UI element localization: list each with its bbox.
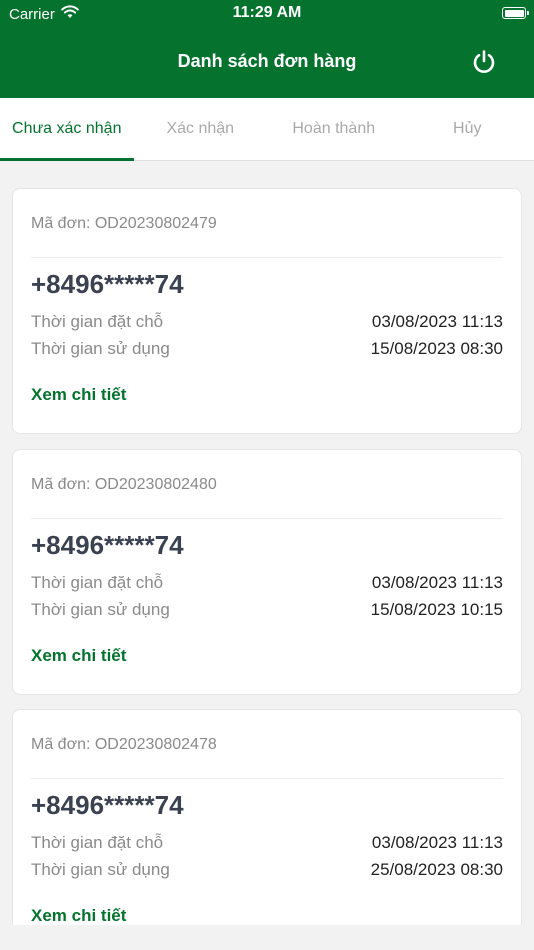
booking-time-label: Thời gian đặt chỗ [31, 312, 164, 331]
tab-label: Hủy [453, 120, 482, 137]
usage-time-row: Thời gian sử dụng 15/08/2023 08:30 [31, 338, 503, 360]
customer-phone: +8496*****74 [31, 269, 184, 299]
card-divider [31, 778, 503, 779]
view-detail-link[interactable]: Xem chi tiết [31, 646, 126, 666]
order-card: Mã đơn: OD20230802478 +8496*****74 Thời … [12, 709, 522, 925]
tab-label: Xác nhận [166, 120, 235, 137]
usage-time-row: Thời gian sử dụng 25/08/2023 08:30 [31, 859, 503, 881]
power-icon [473, 50, 495, 73]
order-status-tabs: Chưa xác nhận Xác nhận Hoàn thành Hủy [0, 98, 534, 161]
order-id: Mã đơn: OD20230802479 [31, 215, 217, 232]
order-list[interactable]: Mã đơn: OD20230802479 +8496*****74 Thời … [0, 161, 534, 925]
tab-cancelled[interactable]: Hủy [401, 98, 534, 160]
view-detail-link[interactable]: Xem chi tiết [31, 385, 126, 405]
usage-time-value: 25/08/2023 08:30 [370, 860, 503, 879]
usage-time-value: 15/08/2023 10:15 [370, 600, 503, 619]
booking-time-label: Thời gian đặt chỗ [31, 573, 164, 592]
order-id: Mã đơn: OD20230802480 [31, 476, 217, 493]
tab-completed[interactable]: Hoàn thành [267, 98, 401, 160]
bottom-safe-area [0, 925, 534, 950]
booking-time-value: 03/08/2023 11:13 [371, 573, 503, 592]
booking-time-row: Thời gian đặt chỗ 03/08/2023 11:13 [31, 572, 503, 594]
customer-phone: +8496*****74 [31, 530, 184, 560]
battery-icon [502, 7, 529, 19]
usage-time-label: Thời gian sử dụng [31, 860, 170, 879]
status-bar: Carrier 11:29 AM [0, 0, 534, 28]
usage-time-value: 15/08/2023 08:30 [370, 339, 503, 358]
booking-time-row: Thời gian đặt chỗ 03/08/2023 11:13 [31, 832, 503, 854]
booking-time-value: 03/08/2023 11:13 [371, 312, 503, 331]
tab-unconfirmed[interactable]: Chưa xác nhận [0, 98, 134, 161]
booking-time-value: 03/08/2023 11:13 [371, 833, 503, 852]
order-id: Mã đơn: OD20230802478 [31, 736, 217, 753]
card-divider [31, 257, 503, 258]
customer-phone: +8496*****74 [31, 790, 184, 820]
logout-button[interactable] [468, 46, 500, 78]
order-card: Mã đơn: OD20230802479 +8496*****74 Thời … [12, 188, 522, 434]
page-title: Danh sách đơn hàng [177, 51, 357, 71]
usage-time-label: Thời gian sử dụng [31, 339, 170, 358]
app-header: Carrier 11:29 AM Danh sách đơn hàng [0, 0, 534, 98]
tab-label: Hoàn thành [292, 120, 376, 137]
booking-time-label: Thời gian đặt chỗ [31, 833, 164, 852]
booking-time-row: Thời gian đặt chỗ 03/08/2023 11:13 [31, 311, 503, 333]
usage-time-row: Thời gian sử dụng 15/08/2023 10:15 [31, 599, 503, 621]
view-detail-link[interactable]: Xem chi tiết [31, 906, 126, 925]
order-card: Mã đơn: OD20230802480 +8496*****74 Thời … [12, 449, 522, 695]
usage-time-label: Thời gian sử dụng [31, 600, 170, 619]
card-divider [31, 518, 503, 519]
tab-label: Chưa xác nhận [12, 120, 122, 137]
tab-confirmed[interactable]: Xác nhận [134, 98, 268, 160]
status-time: 11:29 AM [232, 4, 302, 21]
